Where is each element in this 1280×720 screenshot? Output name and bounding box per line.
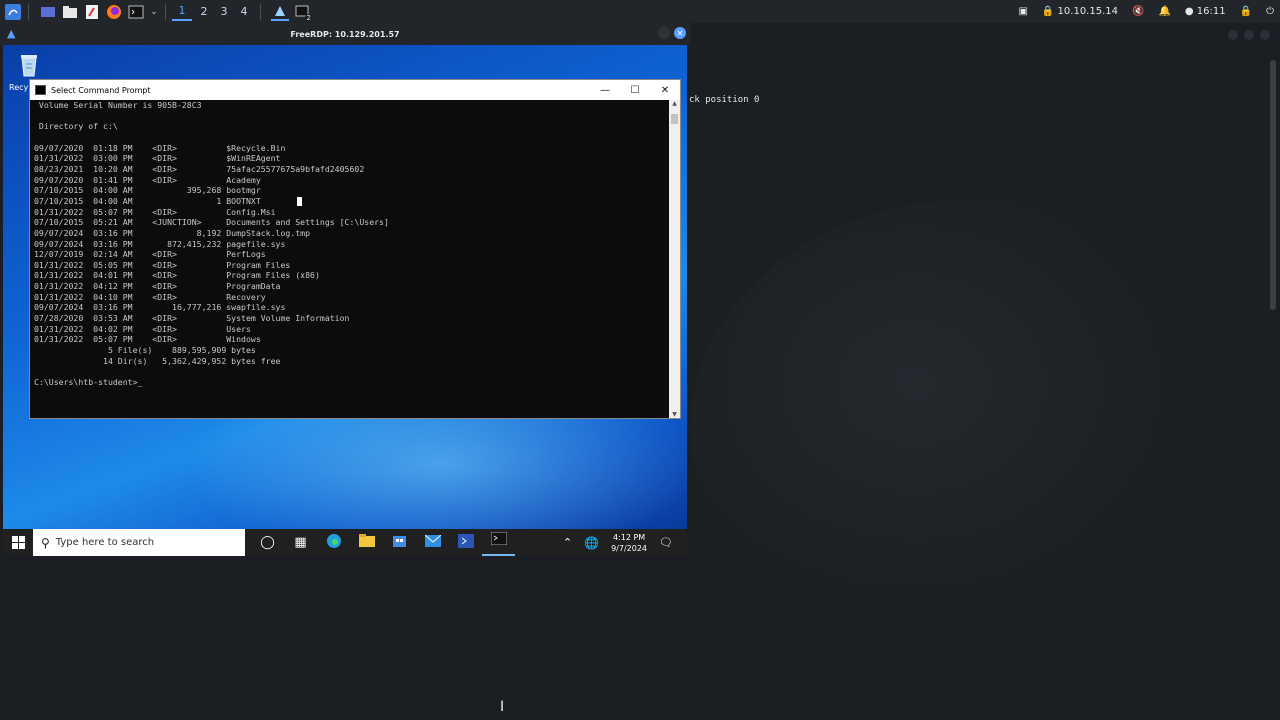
cmd-prompt: C:\Users\htb-student> <box>34 377 138 388</box>
cmd-line: 01/31/2022 04:12 PM <DIR> ProgramData <box>34 281 281 292</box>
cmd-maximize-button[interactable]: ☐ <box>620 85 650 96</box>
cmd-line: 5 File(s) 889,595,909 bytes <box>34 345 256 356</box>
cmd-line: 01/31/2022 04:02 PM <DIR> Users <box>34 323 251 334</box>
taskbar-date: 9/7/2024 <box>611 543 648 553</box>
cmd-scrollbar[interactable]: ▲ ▼ <box>669 100 680 418</box>
cmd-line: 12/07/2019 02:14 AM <DIR> PerfLogs <box>34 249 266 260</box>
system-tray: ▣ 🔒 10.10.15.14 🔇 🔔 ● 16:11 🔒 ⏻ <box>1018 0 1274 23</box>
file-explorer-icon[interactable] <box>350 534 383 551</box>
background-terminal-text: ck position 0 <box>689 95 760 105</box>
start-button[interactable] <box>3 536 33 549</box>
window-icon[interactable]: ▣ <box>1018 6 1027 17</box>
power-icon[interactable]: ⏻ <box>1266 6 1274 17</box>
cmd-output[interactable]: Volume Serial Number is 905B-28C3 Direct… <box>30 100 674 418</box>
cmd-line: 07/10/2015 04:00 AM 1 BOOTNXT <box>34 196 674 207</box>
cmd-titlebar[interactable]: Select Command Prompt — ☐ ✕ <box>30 80 680 100</box>
cmd-taskbar-icon[interactable] <box>482 529 515 556</box>
workspace-1[interactable]: 1 <box>172 2 192 21</box>
network-icon[interactable]: 🌐 <box>584 536 599 550</box>
file-manager-icon[interactable] <box>61 4 79 20</box>
cmd-minimize-button[interactable]: — <box>590 85 620 96</box>
freerdp-titlebar[interactable]: ▲ FreeRDP: 10.129.201.57 ✕ <box>0 23 690 45</box>
cmd-close-button[interactable]: ✕ <box>650 85 680 96</box>
freerdp-minimize-button[interactable] <box>658 27 670 39</box>
task-view-icon[interactable]: ▦ <box>284 535 317 550</box>
clock-time: 16:11 <box>1196 6 1226 17</box>
cmd-cursor: _ <box>137 377 143 388</box>
recycle-bin-label: Recy <box>9 83 29 92</box>
vpn-status[interactable]: 🔒 10.10.15.14 <box>1042 6 1118 17</box>
top-panel: ⌄ 1 2 3 4 2 ▣ 🔒 10.10.15.14 🔇 🔔 ● 16:11 … <box>0 0 1280 23</box>
cmd-line: 07/10/2015 04:00 AM 395,268 bootmgr <box>34 185 261 196</box>
cmd-line: 09/07/2024 03:16 PM 8,192 DumpStack.log.… <box>34 227 311 238</box>
cmd-icon <box>35 85 46 95</box>
mouse-text-cursor-icon: Ⅰ <box>500 699 505 715</box>
cmd-line: 01/31/2022 05:05 PM <DIR> Program Files <box>34 259 291 270</box>
terminal-icon[interactable] <box>127 4 145 20</box>
chevron-up-icon[interactable]: ⌃ <box>563 536 572 549</box>
kali-dragon-icon: ▲ <box>7 27 16 40</box>
notification-bell-icon[interactable]: 🔔 <box>1158 6 1170 17</box>
notification-center-icon[interactable]: 🗨 <box>659 536 673 549</box>
cmd-title: Select Command Prompt <box>51 85 151 95</box>
mail-icon[interactable] <box>416 534 449 551</box>
cmd-line: 09/07/2024 03:16 PM 16,777,216 swapfile.… <box>34 302 286 313</box>
cmd-line: 01/31/2022 04:10 PM <DIR> Recovery <box>34 291 266 302</box>
store-icon[interactable] <box>383 533 416 552</box>
lock-icon[interactable]: 🔒 <box>1240 6 1252 17</box>
cmd-line: 01/31/2022 05:07 PM <DIR> Windows <box>34 334 261 345</box>
edge-icon[interactable] <box>317 533 350 553</box>
taskbar-tray: ⌃ 🌐 4:12 PM 9/7/2024 🗨 <box>563 532 687 554</box>
workspace-4[interactable]: 4 <box>234 5 254 18</box>
freerdp-title: FreeRDP: 10.129.201.57 <box>290 29 400 39</box>
cmd-line: 09/07/2020 01:41 PM <DIR> Academy <box>34 174 261 185</box>
freerdp-close-button[interactable]: ✕ <box>674 27 686 39</box>
clock[interactable]: ● 16:11 <box>1185 6 1226 17</box>
powershell-icon[interactable] <box>449 533 482 552</box>
desktop-icon[interactable] <box>39 4 57 20</box>
cmd-line: 01/31/2022 03:00 PM <DIR> $WinREAgent <box>34 153 281 164</box>
terminal-task-icon[interactable]: 2 <box>293 4 313 22</box>
cmd-line: 09/07/2020 01:18 PM <DIR> $Recycle.Bin <box>34 142 286 153</box>
background-window-buttons <box>1228 30 1270 40</box>
cmd-line <box>34 132 674 143</box>
recycle-bin-icon[interactable] <box>15 52 43 78</box>
cortana-icon[interactable]: ◯ <box>251 535 284 550</box>
windows-logo-icon <box>11 536 25 549</box>
cmd-line <box>34 111 674 122</box>
text-editor-icon[interactable] <box>83 4 101 20</box>
background-scrollbar[interactable] <box>1270 60 1276 310</box>
firefox-icon[interactable] <box>105 4 123 20</box>
windows-taskbar: ⚲ Type here to search ◯ ▦ ⌃ 🌐 4:12 PM 9/… <box>3 529 687 556</box>
chevron-down-icon[interactable]: ⌄ <box>149 4 159 20</box>
taskbar-search-box[interactable]: ⚲ Type here to search <box>33 529 245 556</box>
scroll-up-icon[interactable]: ▲ <box>669 100 680 107</box>
mute-icon[interactable]: 🔇 <box>1132 6 1144 17</box>
cmd-line: 14 Dir(s) 5,362,429,952 bytes free <box>34 355 281 366</box>
cmd-line <box>34 366 674 377</box>
cmd-line: 09/07/2024 03:16 PM 872,415,232 pagefile… <box>34 238 286 249</box>
search-placeholder: Type here to search <box>55 537 155 548</box>
taskbar-clock[interactable]: 4:12 PM 9/7/2024 <box>611 532 647 554</box>
cmd-line: 01/31/2022 04:01 PM <DIR> Program Files … <box>34 270 320 281</box>
workspace-2[interactable]: 2 <box>194 5 214 18</box>
kali-dragon-wallpaper <box>690 200 1250 660</box>
terminal-task-badge: 2 <box>304 13 313 22</box>
cmd-line: 07/10/2015 05:21 AM <JUNCTION> Documents… <box>34 217 389 228</box>
kali-menu-icon[interactable] <box>4 3 22 20</box>
workspace-3[interactable]: 3 <box>214 5 234 18</box>
selection-cursor <box>297 196 302 206</box>
cmd-line: 01/31/2022 05:07 PM <DIR> Config.Msi <box>34 206 276 217</box>
command-prompt-window[interactable]: Select Command Prompt — ☐ ✕ Volume Seria… <box>29 79 681 419</box>
search-icon: ⚲ <box>41 535 50 550</box>
taskbar-time: 4:12 PM <box>612 532 646 542</box>
cmd-line: Directory of c:\ <box>34 121 118 132</box>
scroll-down-icon[interactable]: ▼ <box>669 411 680 418</box>
cmd-scroll-thumb[interactable] <box>671 114 678 124</box>
cmd-line: Volume Serial Number is 905B-28C3 <box>34 100 202 110</box>
cmd-line: 07/28/2020 03:53 AM <DIR> System Volume … <box>34 313 350 324</box>
vpn-ip: 10.10.15.14 <box>1057 6 1118 17</box>
freerdp-task-icon[interactable] <box>271 2 289 21</box>
cmd-line: 08/23/2021 10:20 AM <DIR> 75afac25577675… <box>34 163 365 174</box>
